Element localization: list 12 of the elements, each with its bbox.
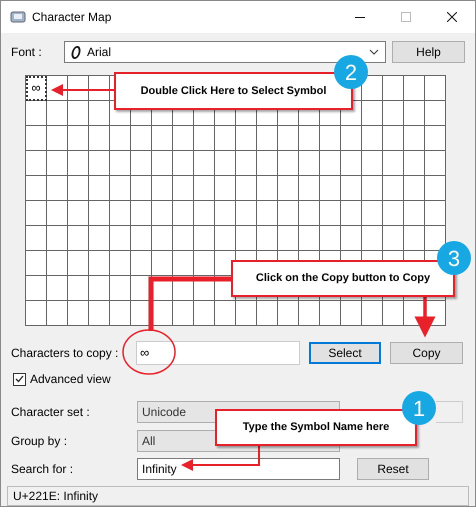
advanced-view-label: Advanced view (30, 371, 111, 388)
font-label: Font : (11, 44, 43, 61)
window-title: Character Map (32, 9, 112, 26)
status-text: U+221E: Infinity (13, 488, 98, 505)
group-by-value: All (142, 433, 156, 450)
character-set-label: Character set : (11, 404, 91, 421)
group-by-label: Group by : (11, 433, 68, 450)
font-value: Arial (87, 44, 112, 61)
characters-to-copy-label: Characters to copy : (11, 345, 120, 362)
search-label: Search for : (11, 461, 74, 478)
character-set-value: Unicode (142, 404, 186, 421)
step-number-tooltip: 1 (402, 391, 436, 425)
